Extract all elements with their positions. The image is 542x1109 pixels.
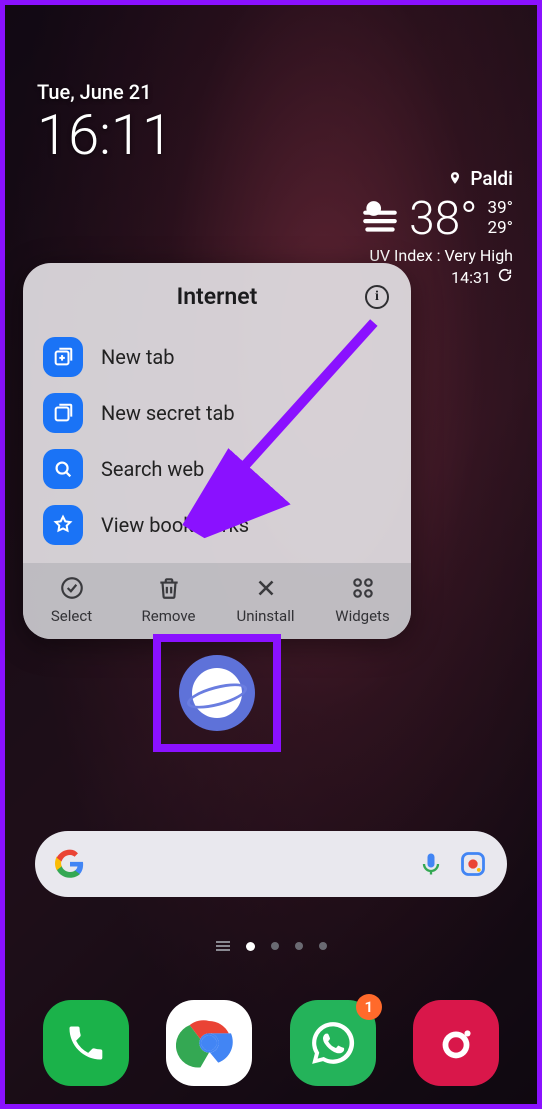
samsung-internet-icon (179, 655, 255, 731)
google-logo-icon (55, 849, 85, 879)
apps-drawer-icon[interactable] (216, 941, 230, 951)
temp-low: 29° (488, 219, 513, 239)
temperature: 38° (409, 196, 477, 242)
dock-app-camera[interactable] (413, 1000, 499, 1086)
home-screen: Tue, June 21 16:11 Paldi 38° 39° 29° UV … (0, 0, 542, 1109)
location-name: Paldi (470, 167, 513, 190)
popup-title: Internet (177, 283, 258, 310)
google-search-bar[interactable] (35, 831, 507, 897)
search-icon (43, 449, 83, 489)
new-tab-icon (43, 337, 83, 377)
location-pin-icon (448, 167, 467, 190)
widgets-icon (350, 575, 376, 601)
page-indicator[interactable] (5, 941, 537, 951)
dock-app-whatsapp[interactable]: 1 (290, 1000, 376, 1086)
dock-app-phone[interactable] (43, 1000, 129, 1086)
action-widgets[interactable]: Widgets (314, 575, 411, 625)
action-select[interactable]: Select (23, 575, 120, 625)
shortcut-label: Search web (101, 457, 204, 481)
updated-time: 14:31 (451, 268, 491, 287)
page-dot[interactable] (271, 942, 279, 950)
hi-lo: 39° 29° (488, 199, 513, 238)
select-icon (59, 575, 85, 601)
chrome-icon (176, 1010, 242, 1076)
weather-fog-icon (359, 198, 401, 240)
time-label: 16:11 (37, 102, 173, 168)
page-dot[interactable] (295, 942, 303, 950)
secret-tab-icon (43, 393, 83, 433)
shortcut-label: New tab (101, 345, 175, 369)
dock-app-chrome[interactable] (166, 1000, 252, 1086)
bookmark-icon (43, 505, 83, 545)
action-label: Widgets (335, 607, 389, 625)
trash-icon (156, 575, 182, 601)
action-label: Remove (142, 607, 196, 625)
clock-widget[interactable]: Tue, June 21 16:11 (37, 80, 173, 168)
refresh-icon[interactable] (497, 267, 513, 287)
page-dot[interactable] (246, 942, 255, 951)
highlighted-app-internet[interactable] (153, 634, 281, 752)
notification-badge: 1 (356, 994, 382, 1020)
whatsapp-icon (308, 1018, 358, 1068)
close-icon (253, 575, 279, 601)
page-dot[interactable] (319, 942, 327, 950)
popup-action-bar: Select Remove Uninstall Widgets (23, 563, 411, 639)
action-label: Uninstall (236, 607, 294, 625)
action-label: Select (51, 607, 92, 625)
info-icon[interactable]: i (365, 285, 389, 309)
shortcut-label: New secret tab (101, 401, 235, 425)
camera-icon (433, 1020, 479, 1066)
action-remove[interactable]: Remove (120, 575, 217, 625)
dock: 1 (5, 1000, 537, 1086)
action-uninstall[interactable]: Uninstall (217, 575, 314, 625)
phone-icon (64, 1021, 108, 1065)
google-lens-icon[interactable] (459, 850, 487, 878)
weather-location: Paldi (359, 167, 513, 190)
mic-icon[interactable] (417, 850, 445, 878)
temp-high: 39° (488, 199, 513, 219)
date-label: Tue, June 21 (37, 80, 173, 104)
